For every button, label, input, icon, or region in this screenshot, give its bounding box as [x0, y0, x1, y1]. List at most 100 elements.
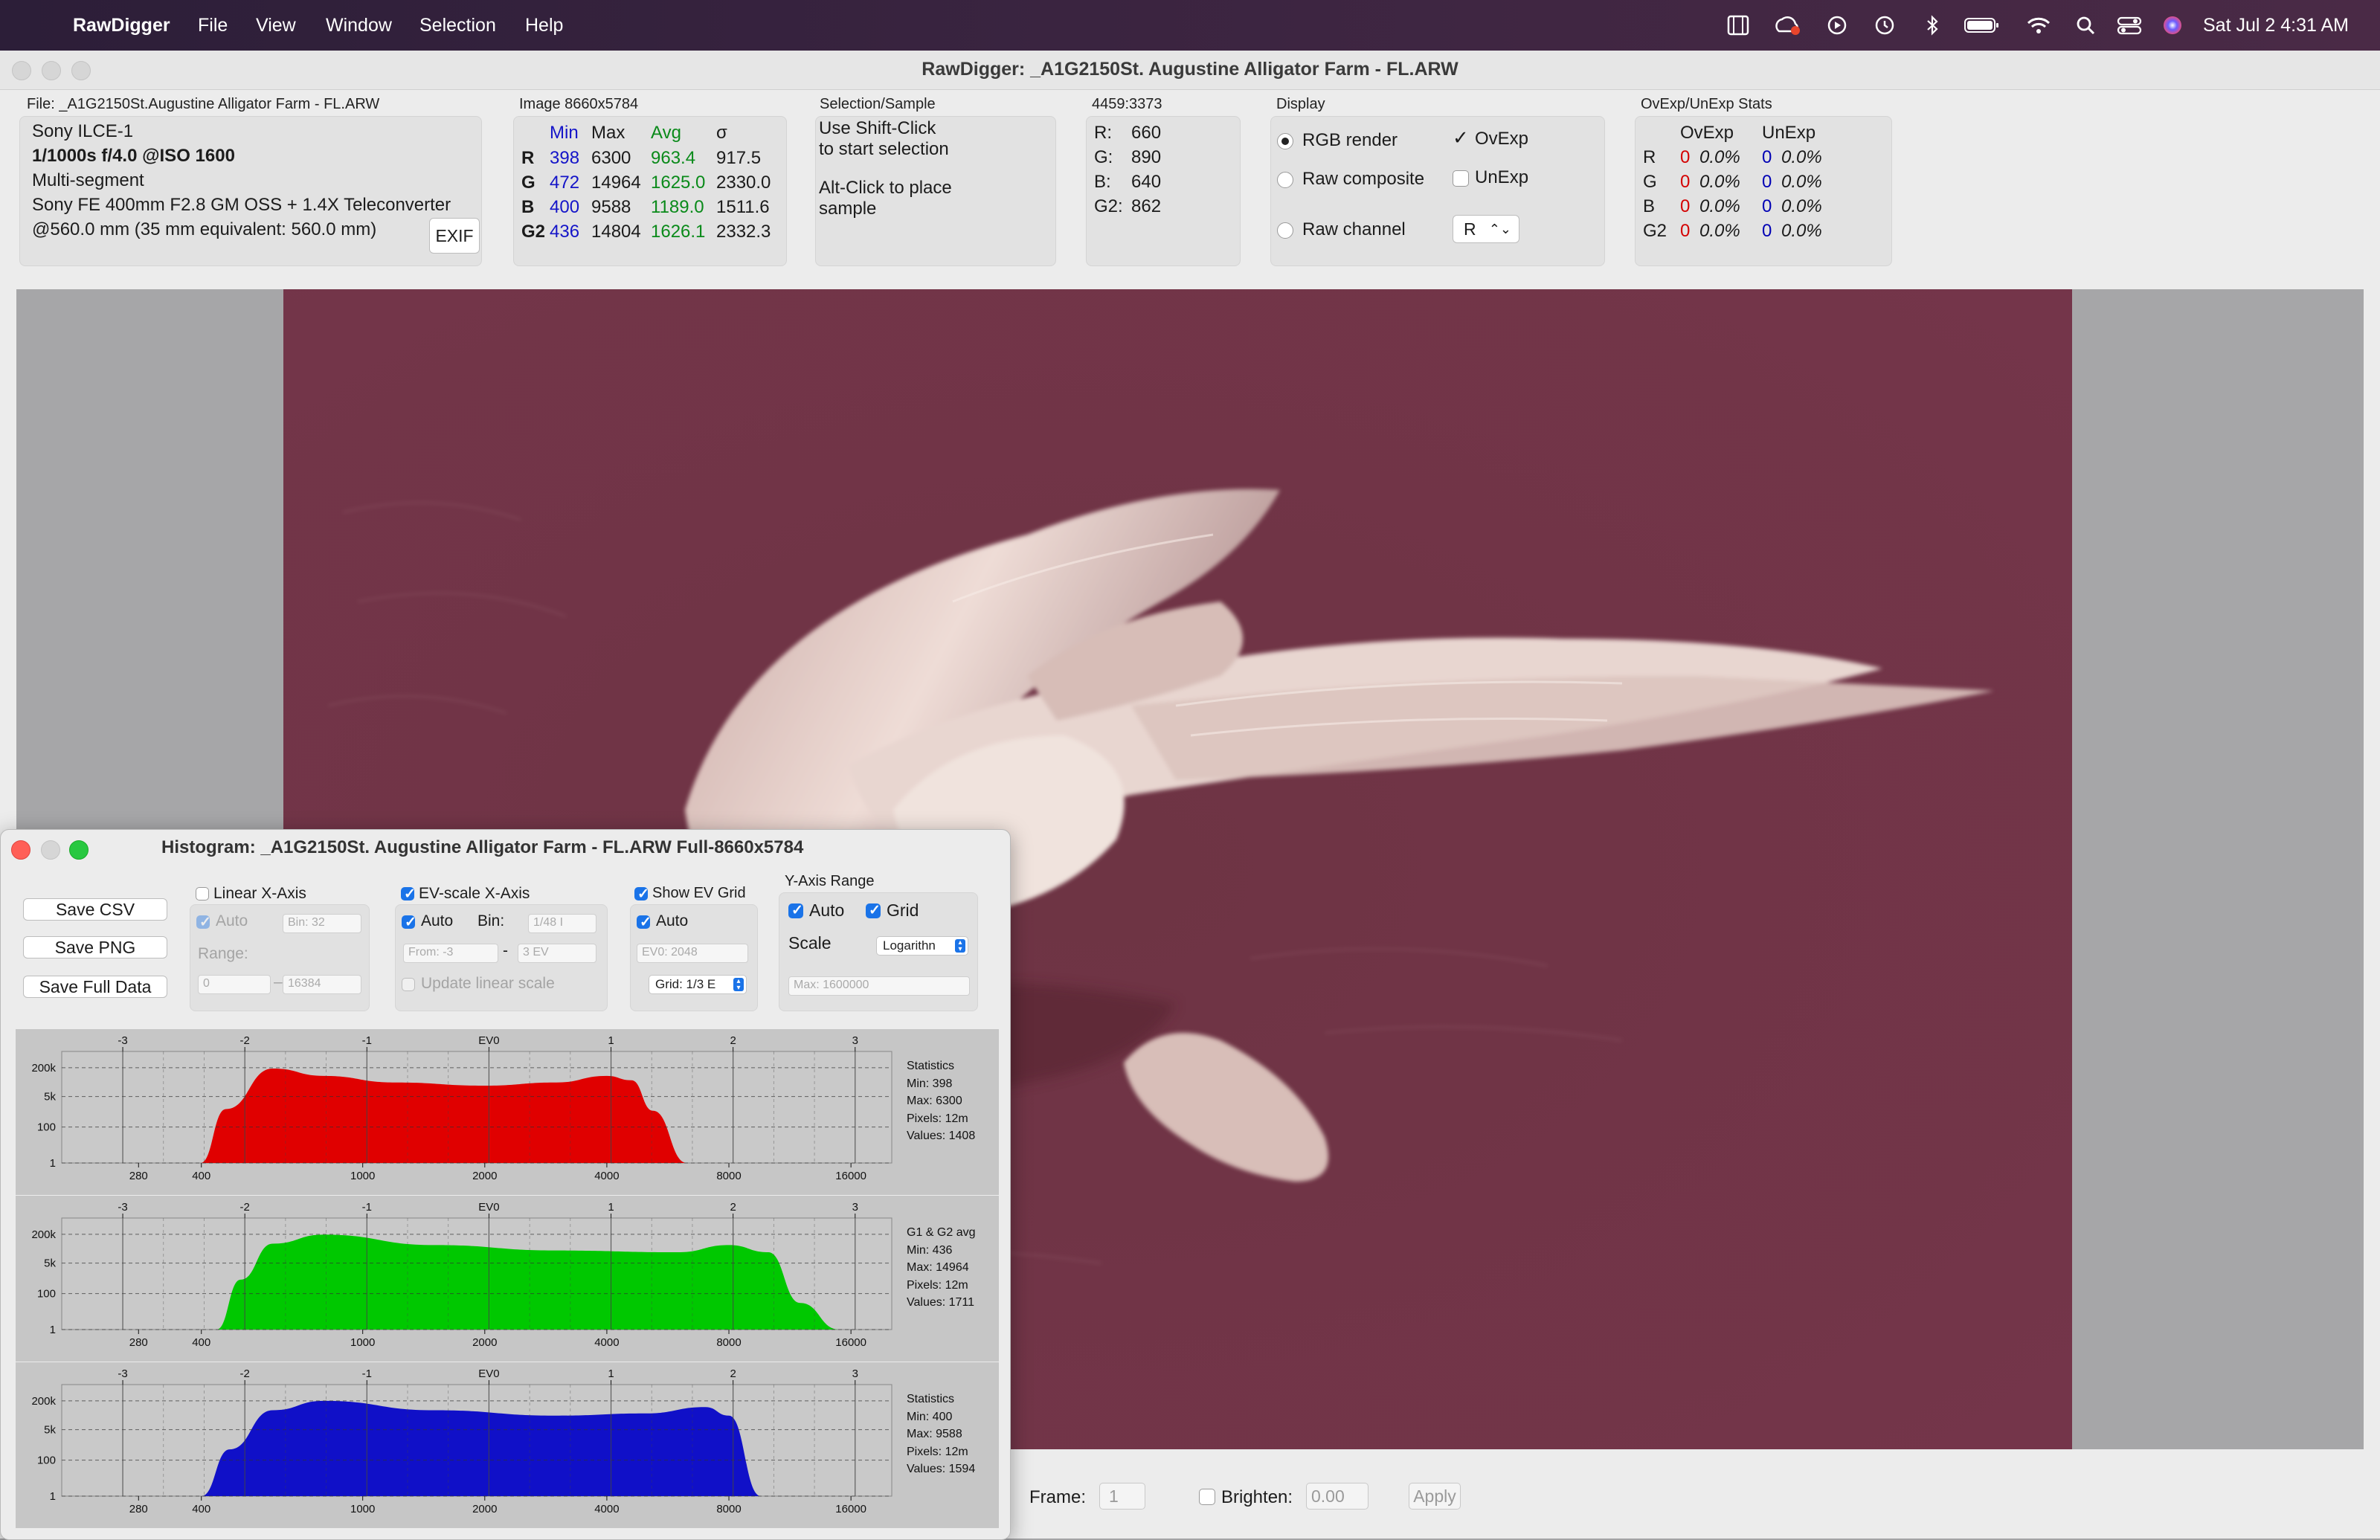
spotlight-search-icon[interactable] [2075, 15, 2096, 36]
header-sigma: σ [716, 123, 727, 143]
brighten-label: Brighten: [1221, 1487, 1293, 1507]
row-r-sigma: 917.5 [716, 148, 762, 168]
save-full-data-button[interactable]: Save Full Data [23, 976, 167, 998]
ev-from-input[interactable]: From: -3 [403, 944, 498, 963]
save-csv-button[interactable]: Save CSV [23, 898, 167, 921]
pixel-r-label: R: [1094, 123, 1112, 143]
linear-auto-label: Auto [216, 912, 248, 930]
histogram-green-chart: 200k 5k 100 1 -3 -2 -1 EV0 1 2 3 280 400 1000 2000 4000… [31, 1201, 892, 1349]
time-machine-icon[interactable] [1874, 15, 1895, 36]
brighten-checkbox[interactable] [1199, 1489, 1215, 1505]
file-info-panel: Sony ILCE-1 1/1000s f/4.0 @ISO 1600 Mult… [19, 116, 482, 266]
ov-row-g-ovp: 0.0% [1699, 172, 1740, 192]
y-scale-label: Scale [788, 933, 832, 953]
ovexp-header: OvExp [1680, 123, 1734, 143]
unexp-header: UnExp [1762, 123, 1816, 143]
linear-x-axis-checkbox[interactable] [196, 887, 209, 901]
row-b-avg: 1189.0 [651, 197, 704, 217]
file-panel-label: File: _A1G2150St.Augustine Alligator Far… [27, 96, 380, 112]
row-g2-sigma: 2332.3 [716, 222, 771, 242]
wifi-icon[interactable] [2026, 15, 2051, 36]
header-min: Min [550, 123, 579, 143]
value-tick-label: 2000 [472, 1503, 497, 1515]
row-r-max: 6300 [591, 148, 631, 168]
y-scale-select[interactable]: Logarithn ▴ ▾ [876, 936, 968, 956]
row-g-channel: G [521, 173, 536, 193]
battery-icon[interactable] [1964, 15, 2001, 36]
exif-button[interactable]: EXIF [429, 218, 480, 254]
linear-range-to-input[interactable]: 16384 [283, 975, 361, 994]
histogram-red-chart: 200k 5k 100 1 -3 -2 -1 EV0 1 2 3 280 400 1000 2000 4000… [31, 1034, 892, 1182]
update-linear-scale-checkbox[interactable] [402, 978, 415, 991]
ev0-input[interactable]: EV0: 2048 [637, 944, 748, 963]
pixel-g2-label: G2: [1094, 196, 1123, 216]
control-center-icon[interactable] [2117, 15, 2142, 36]
save-png-button[interactable]: Save PNG [23, 936, 167, 959]
selection-panel-label: Selection/Sample [820, 96, 936, 112]
menu-selection[interactable]: Selection [419, 13, 496, 38]
histogram-zoom-button[interactable] [69, 840, 89, 860]
linear-range-from-input[interactable]: 0 [198, 975, 271, 994]
grid-step-select[interactable]: Grid: 1/3 E ▴ ▾ [649, 975, 747, 994]
chevron-updown-icon: ▴ ▾ [955, 939, 965, 953]
ev-bin-select[interactable]: 1/48 I [528, 914, 596, 933]
y-tick-label: 200k [31, 1395, 56, 1408]
menu-bar: RawDigger File View Window Selection Hel… [0, 0, 2380, 51]
row-r-min: 398 [550, 148, 580, 168]
title-bar: RawDigger: _A1G2150St. Augustine Alligat… [0, 51, 2380, 90]
bluetooth-icon[interactable] [1925, 15, 1940, 36]
unexp-checkbox[interactable] [1453, 170, 1469, 187]
ev-tick-label: -1 [362, 1367, 372, 1380]
linear-range-label: Range: [198, 945, 248, 962]
y-max-input[interactable]: Max: 1600000 [788, 976, 970, 996]
chevron-updown-icon: ▴ ▾ [733, 978, 744, 992]
histogram-close-button[interactable] [11, 840, 30, 860]
creative-cloud-icon[interactable] [1775, 15, 1801, 36]
ev-grid-auto-checkbox[interactable] [637, 914, 652, 931]
linear-auto-checkbox[interactable] [196, 914, 211, 931]
red-stats-pixels: Pixels: 12m [907, 1112, 968, 1125]
ev-tick-label: 1 [608, 1367, 614, 1380]
play-icon[interactable] [1827, 15, 1847, 36]
show-ev-grid-checkbox[interactable] [634, 886, 649, 903]
ev-tick-label: -2 [240, 1034, 250, 1047]
siri-icon[interactable] [2161, 15, 2184, 36]
menu-help[interactable]: Help [525, 13, 563, 38]
selection-sample-panel: Use Shift-Click to start selection Alt-C… [815, 116, 1056, 266]
menu-view[interactable]: View [256, 13, 296, 38]
ov-row-r-ovp: 0.0% [1699, 147, 1740, 167]
brighten-input[interactable]: 0.00 [1306, 1483, 1368, 1510]
menu-app-name[interactable]: RawDigger [73, 13, 170, 38]
frame-stepper[interactable]: 1 [1099, 1483, 1145, 1510]
ev-scale-checkbox[interactable] [401, 886, 416, 903]
menu-window[interactable]: Window [326, 13, 392, 38]
frame-label: Frame: [1029, 1487, 1087, 1507]
value-tick-label: 400 [192, 1170, 210, 1182]
raw-channel-select[interactable]: R ⌃⌄ [1453, 215, 1519, 243]
row-g-sigma: 2330.0 [716, 173, 771, 193]
row-g2-max: 14804 [591, 222, 641, 242]
rgb-render-label: RGB render [1302, 130, 1398, 150]
y-auto-checkbox[interactable] [788, 902, 803, 919]
value-tick-label: 1000 [350, 1503, 375, 1515]
ev-auto-checkbox[interactable] [402, 914, 416, 931]
raw-composite-radio[interactable] [1277, 172, 1293, 188]
ev-to-input[interactable]: 3 EV [518, 944, 596, 963]
film-icon[interactable] [1727, 15, 1749, 36]
rgb-render-radio[interactable] [1277, 133, 1293, 149]
histogram-green-panel: 200k 5k 100 1 -3 -2 -1 EV0 1 2 3 280 400 1000 2000 4000… [16, 1196, 999, 1362]
linear-bin-input[interactable]: Bin: 32 [283, 914, 361, 933]
apply-button[interactable]: Apply [1409, 1483, 1461, 1510]
menu-file[interactable]: File [198, 13, 228, 38]
value-tick-label: 280 [129, 1503, 148, 1515]
y-grid-checkbox[interactable] [866, 902, 881, 919]
menu-clock[interactable]: Sat Jul 2 4:31 AM [2203, 13, 2349, 38]
ovexp-check-icon[interactable]: ✓ [1453, 126, 1469, 149]
ev-tick-label: 2 [730, 1034, 736, 1047]
y-axis-range-label: Y-Axis Range [785, 873, 875, 889]
blue-stats: Statistics Min: 400 Max: 9588 Pixels: 12… [907, 1391, 975, 1478]
histogram-minimize-button[interactable] [41, 840, 60, 860]
ov-row-r-un: 0 [1762, 147, 1772, 167]
raw-channel-radio[interactable] [1277, 222, 1293, 239]
red-stats-values: Values: 1408 [907, 1130, 976, 1142]
